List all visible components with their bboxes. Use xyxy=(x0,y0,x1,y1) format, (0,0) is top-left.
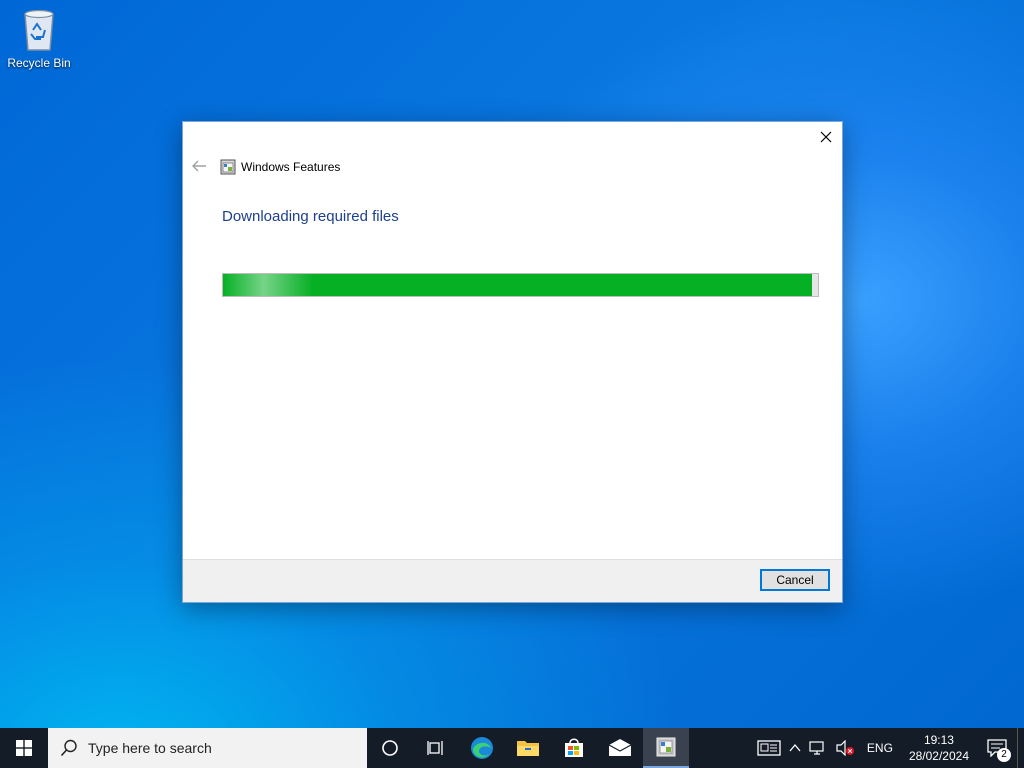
windows-logo-icon xyxy=(16,740,32,756)
file-explorer-taskbar-button[interactable] xyxy=(505,728,551,768)
dialog-title: Windows Features xyxy=(241,160,341,174)
volume-button[interactable] xyxy=(831,728,859,768)
network-button[interactable] xyxy=(805,728,831,768)
windows-features-taskbar-button[interactable] xyxy=(643,728,689,768)
taskbar: Type here to search ENG 19:13 28/02/2024… xyxy=(0,728,1024,768)
search-placeholder: Type here to search xyxy=(88,740,212,756)
action-center-button[interactable]: 2 xyxy=(977,728,1017,768)
chevron-up-icon xyxy=(789,744,801,752)
download-progress-bar xyxy=(222,273,819,297)
input-language[interactable]: ENG xyxy=(859,728,901,768)
mail-icon xyxy=(608,739,632,756)
taskbar-search-box[interactable]: Type here to search xyxy=(48,728,367,768)
network-icon xyxy=(809,741,824,755)
back-arrow-icon xyxy=(192,160,206,172)
back-button[interactable] xyxy=(191,159,209,175)
cortana-button[interactable] xyxy=(367,728,413,768)
file-explorer-icon xyxy=(517,741,539,756)
clock-time: 19:13 xyxy=(923,733,954,747)
recycle-bin-desktop-icon[interactable]: Recycle Bin xyxy=(4,6,74,70)
search-icon xyxy=(60,739,77,757)
progress-fill xyxy=(223,274,813,296)
cancel-button[interactable]: Cancel xyxy=(760,569,830,591)
dialog-title-row: Windows Features xyxy=(220,159,340,175)
cortana-circle-icon xyxy=(382,740,398,756)
progress-shine xyxy=(223,274,313,296)
status-heading: Downloading required files xyxy=(222,208,399,225)
edge-icon xyxy=(471,737,493,759)
recycle-bin-label: Recycle Bin xyxy=(7,56,71,70)
show-hidden-icons-button[interactable] xyxy=(785,728,805,768)
store-taskbar-button[interactable] xyxy=(551,728,597,768)
close-button[interactable] xyxy=(810,122,842,152)
taskbar-clock[interactable]: 19:13 28/02/2024 xyxy=(901,732,977,764)
system-tray: ENG 19:13 28/02/2024 2 xyxy=(753,728,1024,768)
store-icon xyxy=(565,738,583,757)
start-button[interactable] xyxy=(0,728,48,768)
dialog-footer: Cancel xyxy=(183,559,842,602)
clock-date: 28/02/2024 xyxy=(908,749,969,763)
volume-muted-icon xyxy=(836,740,854,756)
show-desktop-button[interactable] xyxy=(1017,728,1024,768)
close-icon xyxy=(820,131,832,143)
windows-features-dialog: Windows Features Downloading required fi… xyxy=(182,121,843,603)
windows-features-icon xyxy=(656,737,676,757)
news-widget-button[interactable] xyxy=(753,728,785,768)
task-view-button[interactable] xyxy=(413,728,459,768)
mail-taskbar-button[interactable] xyxy=(597,728,643,768)
edge-taskbar-button[interactable] xyxy=(459,728,505,768)
notification-count-badge: 2 xyxy=(997,748,1011,762)
task-view-icon xyxy=(427,741,443,755)
windows-features-app-icon xyxy=(220,159,236,175)
recycle-bin-icon xyxy=(17,6,61,54)
news-icon xyxy=(757,740,781,756)
